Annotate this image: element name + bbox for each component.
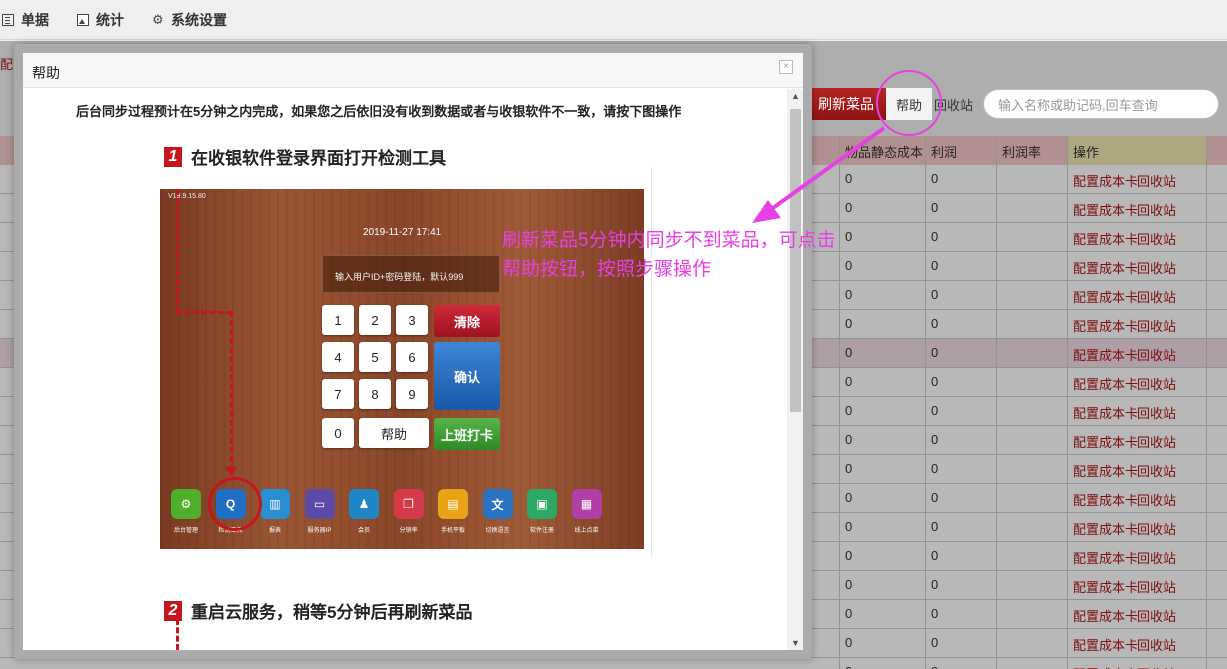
annotation-text: 刷新菜品5分钟内同步不到菜品，可点击帮助按钮，按照步骤操作 [502,230,836,280]
annotation-arrow-icon [752,126,886,223]
app-root: 单据 统计 ⚙ 系统设置 配置 物品静态成本 利润 利润率 操作 0 0 配置成本卡回… [0,0,1227,669]
